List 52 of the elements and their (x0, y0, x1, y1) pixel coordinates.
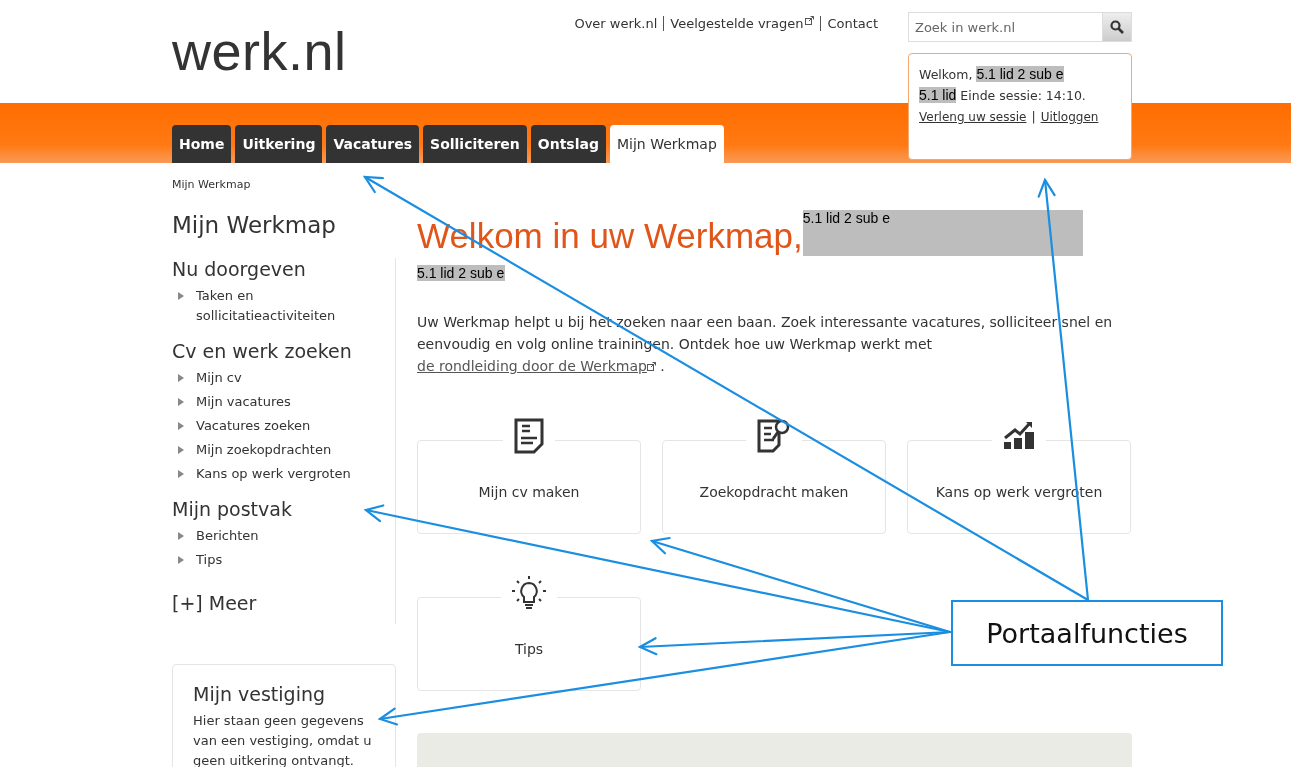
branch-title: Mijn vestiging (193, 683, 327, 705)
search-field[interactable]: Zoek in werk.nl (908, 12, 1102, 42)
sidebar-link[interactable]: Kans op werk vergroten (172, 464, 395, 484)
triangle-icon (178, 446, 184, 454)
branch-text: Hier staan geen gegevens van een vestiging, omdat u geen uitkering ontvangt. (193, 712, 373, 767)
nav-tab[interactable]: Mijn Werkmap (610, 125, 724, 163)
sidebar-link[interactable]: Taken en sollicitatieactiviteiten (172, 286, 395, 326)
triangle-icon (178, 422, 184, 430)
sidebar-title: Mijn Werkmap (172, 212, 337, 238)
redaction-label: 5.1 lid 2 sub e (976, 66, 1064, 82)
sidebar-link[interactable]: Tips (172, 550, 395, 570)
session-link[interactable]: Uitloggen (1040, 110, 1099, 124)
triangle-icon (178, 374, 184, 382)
welcome-text: Welkom, (919, 67, 973, 82)
sidebar-link[interactable]: Mijn zoekopdrachten (172, 440, 395, 460)
annotation-label: Portaalfuncties (951, 600, 1223, 666)
redaction-label: 5.1 lid 2 sub e (417, 265, 505, 281)
search-button[interactable] (1102, 12, 1132, 42)
sidebar-heading: Cv en werk zoeken (172, 340, 353, 362)
cv-document-icon (513, 418, 545, 454)
triangle-icon (178, 398, 184, 406)
sidebar-link[interactable]: Vacatures zoeken (172, 416, 395, 436)
sidebar-link[interactable]: Berichten (172, 526, 395, 546)
session-link[interactable]: Verleng uw sessie (919, 110, 1027, 124)
header-link[interactable]: Over werk.nl (568, 16, 664, 31)
header-link[interactable]: Contact (820, 16, 884, 31)
sidebar-heading: Nu doorgeven (172, 258, 307, 280)
sidebar-heading: Mijn postvak (172, 498, 293, 520)
tour-link[interactable]: de rondleiding door de Werkmap (417, 358, 647, 374)
session-end-text: Einde sessie: 14:10. (960, 88, 1086, 103)
redaction-label: 5.1 lid (919, 87, 957, 103)
nav-tab[interactable]: Solliciteren (423, 125, 527, 163)
external-link-icon (646, 362, 656, 371)
link-separator: | (1031, 109, 1036, 124)
triangle-icon (178, 556, 184, 564)
breadcrumb-link[interactable]: Mijn Werkmap (172, 178, 251, 191)
search-icon (1110, 20, 1124, 34)
header-link[interactable]: Veelgestelde vragen (663, 16, 821, 31)
triangle-icon (178, 532, 184, 540)
nav-tab[interactable]: Uitkering (235, 125, 323, 163)
nav-tab[interactable]: Home (172, 125, 232, 163)
external-link-icon (805, 16, 815, 25)
nav-tab[interactable]: Ontslag (530, 125, 606, 163)
sidebar-link[interactable]: Mijn vacatures (172, 392, 395, 412)
nav-tab[interactable]: Vacatures (326, 125, 420, 163)
site-logo[interactable]: werk.nl (172, 20, 347, 103)
triangle-icon (178, 292, 184, 300)
lightbulb-icon (511, 575, 547, 611)
triangle-icon (178, 470, 184, 478)
sidebar-link[interactable]: Mijn cv (172, 368, 395, 388)
more-link[interactable]: [+] Meer (172, 592, 257, 614)
redaction-label: 5.1 lid 2 sub e (802, 210, 1083, 256)
